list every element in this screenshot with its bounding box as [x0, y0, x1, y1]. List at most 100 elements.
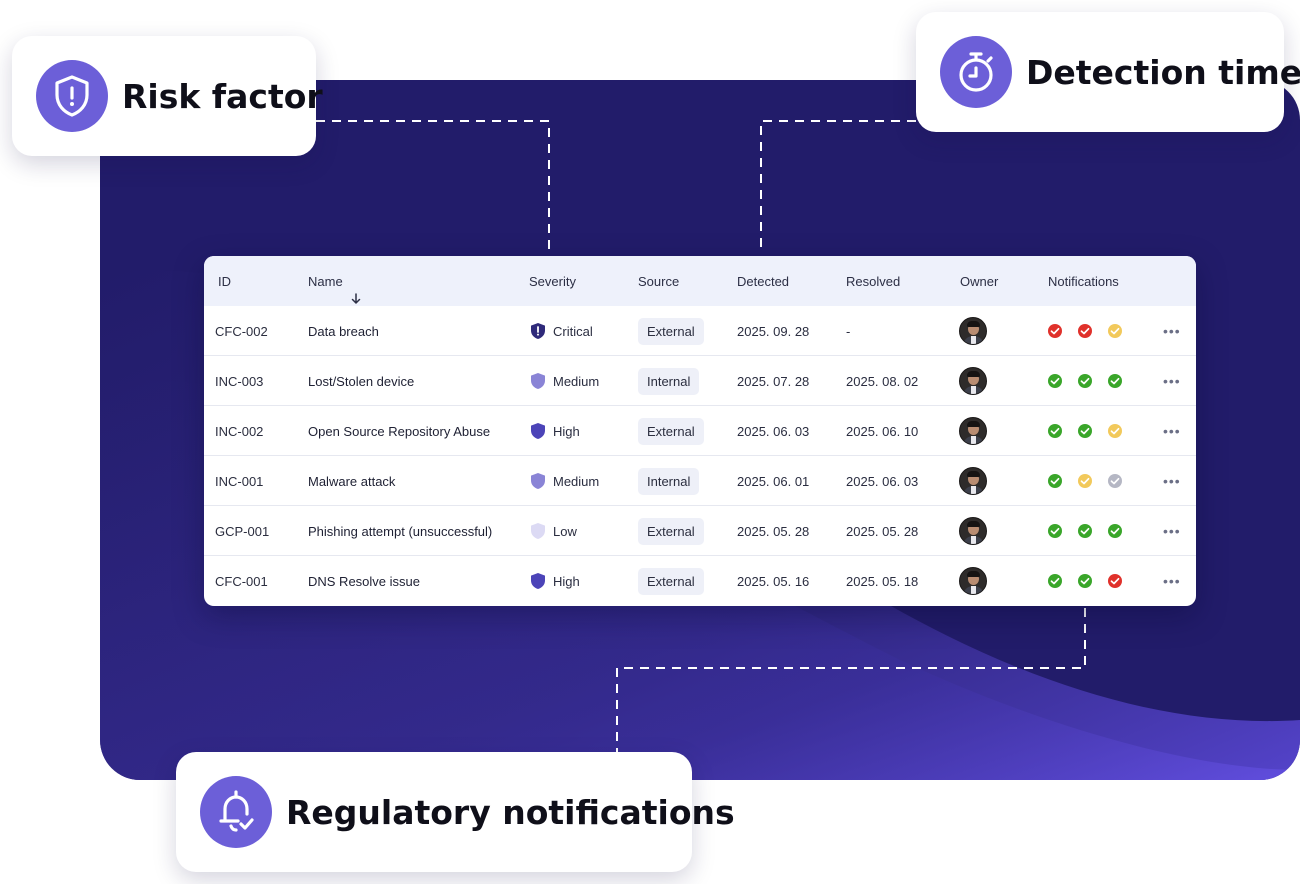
severity-shield-icon [531, 473, 545, 489]
risk-factor-label: Risk factor [122, 76, 323, 116]
notification-status-red-icon[interactable] [1078, 324, 1092, 338]
table-row[interactable]: GCP-001 Phishing attempt (unsuccessful) Lo… [204, 506, 1196, 556]
owner-avatar[interactable] [959, 367, 987, 395]
notification-status-green-icon[interactable] [1048, 574, 1062, 588]
table-row[interactable]: CFC-002 Data breach Critical External 2025. … [204, 306, 1196, 356]
header-id[interactable]: ID [218, 274, 231, 289]
cell-source: External [638, 506, 704, 556]
cell-source: Internal [638, 356, 700, 406]
cell-severity: Critical [530, 306, 593, 356]
notification-status-green-icon[interactable] [1078, 374, 1092, 388]
notification-status-green-icon[interactable] [1048, 424, 1062, 438]
notification-status-green-icon[interactable] [1108, 524, 1122, 538]
header-owner[interactable]: Owner [960, 274, 998, 289]
table-row[interactable]: INC-001 Malware attack Medium Internal 2025.… [204, 456, 1196, 506]
more-options-icon[interactable]: ••• [1163, 456, 1181, 506]
cell-name[interactable]: Open Source Repository Abuse [308, 406, 490, 456]
more-options-icon[interactable]: ••• [1163, 356, 1181, 406]
cell-detected: 2025. 05. 28 [737, 523, 810, 539]
cell-resolved: 2025. 06. 03 [846, 473, 919, 489]
risk-factor-callout: Risk factor [12, 36, 323, 156]
source-badge: External [638, 567, 704, 595]
cell-name[interactable]: Phishing attempt (unsuccessful) [308, 506, 492, 556]
notification-status-green-icon[interactable] [1108, 374, 1122, 388]
cell-notifications [1048, 356, 1122, 406]
source-badge: External [638, 317, 704, 345]
incidents-table: ID Name Severity Source Detected Resolve… [204, 256, 1196, 606]
notification-status-gray-icon[interactable] [1108, 474, 1122, 488]
severity-shield-icon [531, 523, 545, 539]
cell-notifications [1048, 556, 1122, 606]
notification-status-green-icon[interactable] [1078, 574, 1092, 588]
regulatory-notifications-label: Regulatory notifications [286, 792, 735, 832]
owner-avatar[interactable] [959, 317, 987, 345]
notification-status-yellow-icon[interactable] [1108, 324, 1122, 338]
table-row[interactable]: INC-002 Open Source Repository Abuse High E… [204, 406, 1196, 456]
cell-owner [959, 306, 987, 356]
cell-severity: Medium [530, 456, 599, 506]
cell-source: External [638, 406, 704, 456]
owner-avatar[interactable] [959, 417, 987, 445]
severity-shield-icon [531, 323, 545, 339]
notification-status-yellow-icon[interactable] [1108, 424, 1122, 438]
header-notifications[interactable]: Notifications [1048, 274, 1119, 289]
cell-severity: Medium [530, 356, 599, 406]
notification-status-green-icon[interactable] [1078, 524, 1092, 538]
cell-owner [959, 406, 987, 456]
cell-owner [959, 506, 987, 556]
notification-status-green-icon[interactable] [1048, 524, 1062, 538]
cell-id: CFC-001 [215, 573, 268, 589]
severity-shield-icon [531, 373, 545, 389]
owner-avatar[interactable] [959, 567, 987, 595]
cell-name[interactable]: Data breach [308, 306, 379, 356]
severity-label: Medium [553, 473, 600, 489]
cell-name[interactable]: Lost/Stolen device [308, 356, 414, 406]
severity-shield-icon [531, 423, 545, 439]
cell-resolved: 2025. 06. 10 [846, 423, 919, 439]
more-options-icon[interactable]: ••• [1163, 506, 1181, 556]
more-options-icon[interactable]: ••• [1163, 556, 1181, 606]
cell-source: External [638, 556, 704, 606]
table-row[interactable]: CFC-001 DNS Resolve issue High External 2025… [204, 556, 1196, 606]
header-resolved[interactable]: Resolved [846, 274, 900, 289]
table-header: ID Name Severity Source Detected Resolve… [204, 256, 1196, 306]
severity-label: Low [553, 523, 577, 539]
notification-status-yellow-icon[interactable] [1078, 474, 1092, 488]
cell-severity: High [530, 406, 580, 456]
header-severity[interactable]: Severity [529, 274, 576, 289]
more-options-icon[interactable]: ••• [1163, 306, 1181, 356]
severity-shield-icon [531, 573, 545, 589]
source-badge: Internal [638, 367, 700, 395]
cell-resolved: - [846, 323, 851, 339]
header-source[interactable]: Source [638, 274, 679, 289]
cell-detected: 2025. 06. 03 [737, 423, 810, 439]
owner-avatar[interactable] [959, 467, 987, 495]
regulatory-notifications-callout: Regulatory notifications [176, 752, 735, 872]
cell-notifications [1048, 406, 1122, 456]
notification-status-green-icon[interactable] [1078, 424, 1092, 438]
severity-label: High [553, 423, 580, 439]
cell-name[interactable]: DNS Resolve issue [308, 556, 420, 606]
severity-label: Critical [553, 323, 593, 339]
notification-status-red-icon[interactable] [1048, 324, 1062, 338]
cell-id: INC-002 [215, 423, 264, 439]
header-detected[interactable]: Detected [737, 274, 789, 289]
table-row[interactable]: INC-003 Lost/Stolen device Medium Internal 2… [204, 356, 1196, 406]
cell-detected: 2025. 07. 28 [737, 373, 810, 389]
arrow-down-icon[interactable] [351, 292, 361, 307]
bell-check-icon [200, 776, 272, 848]
source-badge: External [638, 417, 704, 445]
detection-time-label: Detection time [1026, 52, 1300, 92]
cell-owner [959, 556, 987, 606]
cell-name[interactable]: Malware attack [308, 456, 395, 506]
owner-avatar[interactable] [959, 517, 987, 545]
notification-status-green-icon[interactable] [1048, 374, 1062, 388]
notification-status-green-icon[interactable] [1048, 474, 1062, 488]
more-options-icon[interactable]: ••• [1163, 406, 1181, 456]
cell-id: CFC-002 [215, 323, 268, 339]
header-name[interactable]: Name [308, 274, 360, 304]
cell-resolved: 2025. 08. 02 [846, 373, 919, 389]
cell-source: External [638, 306, 704, 356]
source-badge: External [638, 517, 704, 545]
notification-status-red-icon[interactable] [1108, 574, 1122, 588]
